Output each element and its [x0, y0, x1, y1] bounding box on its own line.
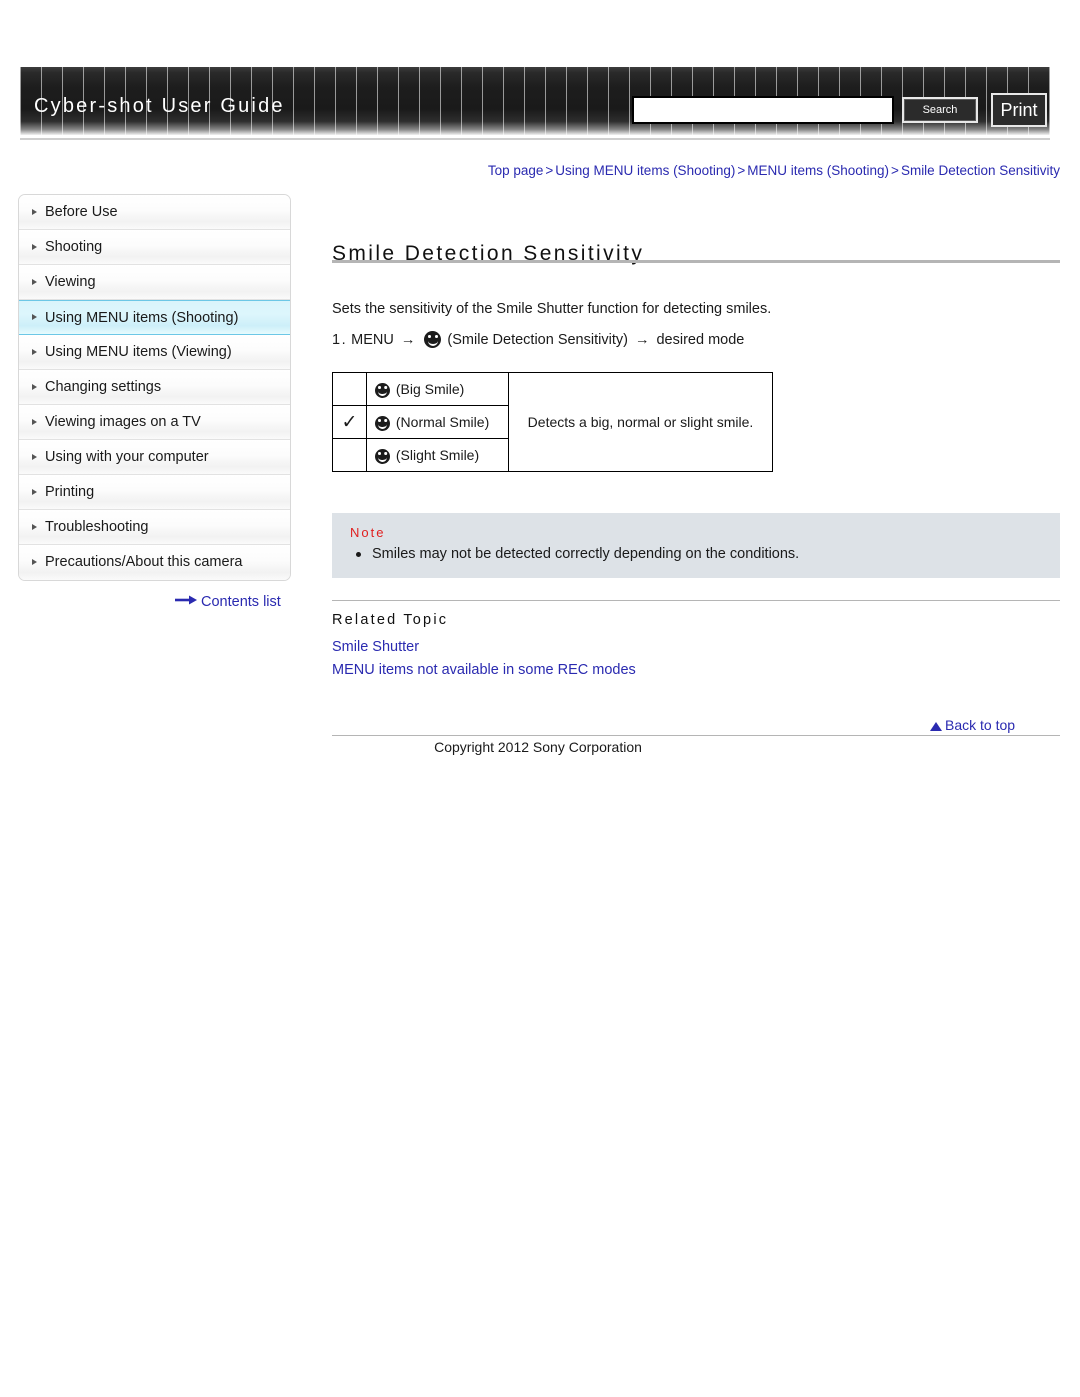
breadcrumb-item-0[interactable]: Top page	[488, 163, 544, 178]
sidebar-item-precautions-about-this-camera[interactable]: Precautions/About this camera	[19, 545, 290, 580]
note-list: Smiles may not be detected correctly dep…	[332, 544, 1060, 564]
triangle-right-icon	[32, 453, 37, 460]
sidebar-item-changing-settings[interactable]: Changing settings	[19, 370, 290, 405]
note-heading: Note	[350, 525, 386, 540]
breadcrumb: Top page > Using MENU items (Shooting) > MEN…	[332, 163, 1060, 178]
sidebar-nav: Before Use Shooting Viewing Using MENU item…	[18, 194, 291, 581]
sidebar-item-label: Viewing	[45, 274, 96, 290]
sidebar-item-label: Using MENU items (Viewing)	[45, 344, 232, 360]
table-option-label: (Slight Smile)	[395, 446, 480, 463]
smile-icon	[375, 382, 390, 398]
breadcrumb-item-2[interactable]: MENU items (Shooting)	[747, 163, 889, 178]
note-box: Note Smiles may not be detected correctl…	[332, 513, 1060, 578]
intro-text: Sets the sensitivity of the Smile Shutte…	[332, 300, 772, 317]
step-desired-mode-label: desired mode	[656, 331, 745, 348]
sidebar-item-label: Viewing images on a TV	[45, 414, 201, 430]
checkmark-cell-empty	[332, 372, 367, 406]
related-link-menu-items-not-available[interactable]: MENU items not available in some REC mod…	[332, 662, 636, 678]
sidebar-item-using-menu-items-shooting[interactable]: Using MENU items (Shooting)	[19, 300, 290, 335]
options-table-body: (Big Smile) Detects a big, normal or slig…	[332, 372, 773, 472]
sidebar-item-label: Shooting	[45, 239, 103, 255]
sidebar-item-label: Using MENU items (Shooting)	[45, 310, 239, 326]
search-input[interactable]	[632, 96, 894, 124]
arrow-right-icon	[175, 593, 197, 609]
triangle-right-icon	[32, 383, 37, 390]
back-to-top-link[interactable]: Back to top	[930, 717, 1015, 733]
breadcrumb-separator: >	[545, 163, 554, 178]
smile-icon	[375, 415, 390, 431]
checkmark-cell-empty	[332, 438, 367, 472]
related-topic-divider	[332, 600, 1060, 601]
print-button[interactable]: Print	[991, 93, 1047, 127]
table-option-label: (Big Smile)	[395, 380, 465, 397]
related-topic-heading: Related Topic	[332, 612, 449, 628]
sidebar-item-printing[interactable]: Printing	[19, 475, 290, 510]
step-setting-label: (Smile Detection Sensitivity)	[447, 331, 628, 348]
smile-icon	[424, 330, 442, 348]
sidebar-item-before-use[interactable]: Before Use	[19, 195, 290, 230]
sidebar-item-using-menu-items-viewing[interactable]: Using MENU items (Viewing)	[19, 335, 290, 370]
triangle-right-icon	[32, 208, 37, 215]
copyright-text: Copyright 2012 Sony Corporation	[434, 739, 642, 755]
triangle-right-icon	[32, 559, 37, 565]
triangle-right-icon	[32, 348, 37, 355]
triangle-right-icon	[32, 418, 37, 425]
step-number: 1.	[332, 331, 348, 348]
table-description-cell: Detects a big, normal or slight smile.	[508, 372, 773, 472]
checkmark-icon: ✓	[332, 405, 367, 439]
sidebar-item-label: Changing settings	[45, 379, 162, 395]
sidebar-item-viewing-images-on-a-tv[interactable]: Viewing images on a TV	[19, 405, 290, 440]
note-item: Smiles may not be detected correctly dep…	[354, 544, 1060, 564]
footer-divider	[332, 735, 1060, 736]
breadcrumb-separator: >	[891, 163, 899, 178]
contents-list-label: Contents list	[201, 594, 281, 610]
step-menu-label: MENU	[351, 331, 394, 348]
triangle-right-icon	[32, 278, 37, 285]
header-underline	[20, 138, 1050, 140]
table-option-cell: (Normal Smile)	[366, 405, 509, 439]
triangle-right-icon	[32, 523, 37, 530]
sidebar-item-label: Printing	[45, 484, 95, 500]
sidebar-item-label: Precautions/About this camera	[45, 554, 243, 570]
table-option-cell: (Big Smile)	[366, 372, 509, 406]
sidebar-item-troubleshooting[interactable]: Troubleshooting	[19, 510, 290, 545]
back-to-top-label: Back to top	[945, 717, 1016, 733]
title-divider	[332, 260, 1060, 263]
sidebar-item-label: Troubleshooting	[45, 519, 149, 535]
sidebar-item-shooting[interactable]: Shooting	[19, 230, 290, 265]
triangle-right-icon	[32, 243, 37, 250]
sidebar-item-viewing[interactable]: Viewing	[19, 265, 290, 300]
smile-icon	[375, 448, 390, 464]
contents-list-link[interactable]: Contents list	[175, 594, 281, 610]
triangle-right-icon	[32, 488, 37, 495]
table-row: (Big Smile) Detects a big, normal or slig…	[332, 372, 773, 472]
sidebar-item-using-with-your-computer[interactable]: Using with your computer	[19, 440, 290, 475]
search-button[interactable]: Search	[902, 97, 978, 123]
breadcrumb-item-3: Smile Detection Sensitivity	[900, 163, 1060, 178]
step-instruction: 1. MENU → (Smile Detection Sensitivity) …	[332, 330, 745, 348]
arrow-right-glyph-1: →	[400, 331, 416, 348]
related-link-smile-shutter[interactable]: Smile Shutter	[332, 639, 419, 655]
table-option-label: (Normal Smile)	[395, 413, 490, 430]
table-option-cell: (Slight Smile)	[366, 438, 509, 472]
breadcrumb-separator: >	[737, 163, 746, 178]
options-table: (Big Smile) Detects a big, normal or slig…	[332, 372, 773, 472]
breadcrumb-item-1[interactable]: Using MENU items (Shooting)	[555, 163, 735, 178]
arrow-right-glyph-2: →	[634, 331, 650, 348]
site-title: Cyber-shot User Guide	[34, 95, 285, 117]
triangle-right-icon	[32, 314, 37, 320]
triangle-up-icon	[930, 722, 942, 731]
sidebar-item-label: Before Use	[45, 204, 118, 220]
sidebar-item-label: Using with your computer	[45, 449, 209, 465]
